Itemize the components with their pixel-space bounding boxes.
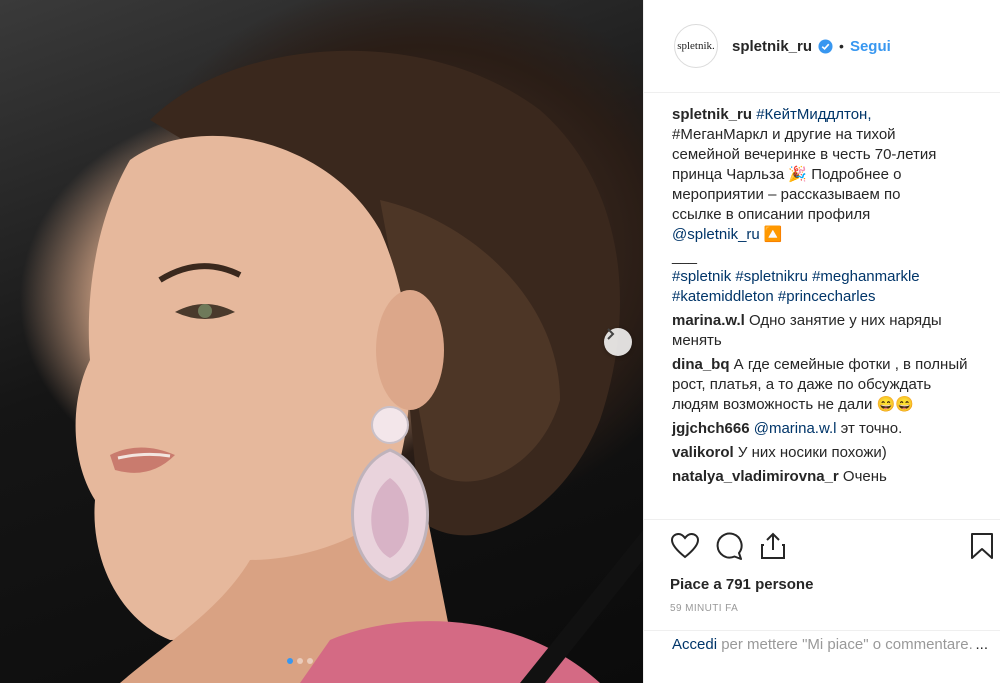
comment-text: Очень [838, 468, 887, 485]
chevron-right-icon [607, 328, 615, 340]
action-icons [670, 530, 1000, 562]
list-item: valikorol У них носики похожи) [672, 443, 980, 463]
list-item: jgjchch666 @marina.w.l эт точно. [672, 419, 980, 439]
avatar[interactable]: spletnik. [674, 24, 718, 68]
caption-hashtag[interactable]: #КейтМиддлтон, [756, 106, 871, 123]
comment-user[interactable]: dina_bq [672, 356, 730, 373]
comments-list[interactable]: spletnik_ru #КейтМиддлтон, #МеганМаркл и… [644, 93, 1000, 519]
likes-count[interactable]: Piace a 791 persone [670, 576, 1000, 593]
list-item: dina_bq А где семейные фотки , в полный … [672, 355, 980, 415]
caption-tags[interactable]: #katemiddleton #princecharles [672, 287, 980, 307]
more-options-icon[interactable]: ... [975, 635, 988, 655]
caption-line: мероприятии – рассказываем по [672, 186, 901, 203]
caption-mention[interactable]: @spletnik_ru 🔼 [672, 225, 980, 245]
carousel-dot-active [287, 658, 293, 664]
post-side-panel: spletnik. spletnik_ru • Segui spletnik_r… [643, 0, 1000, 683]
share-icon [761, 532, 785, 559]
caption: spletnik_ru #КейтМиддлтон, #МеганМаркл и… [672, 105, 980, 307]
list-item: natalya_vladimirovna_r Очень [672, 467, 980, 487]
caption-line: принца Чарльза 🎉 Подробнее о [672, 166, 902, 183]
follow-button[interactable]: Segui [850, 38, 891, 55]
post-photo[interactable] [0, 0, 643, 683]
carousel-dots [287, 658, 313, 664]
login-text: per mettere "Mi piace" o commentare. [717, 636, 973, 653]
post-header: spletnik. spletnik_ru • Segui [644, 0, 1000, 93]
share-button[interactable] [758, 531, 788, 561]
post-timestamp: 59 MINUTI FA [670, 603, 739, 614]
comment-button[interactable] [714, 531, 744, 561]
comment-text: У них носики похожи) [733, 444, 887, 461]
save-button[interactable] [970, 532, 994, 565]
comment-mention[interactable]: @marina.w.l [754, 420, 837, 437]
login-link[interactable]: Accedi [672, 636, 717, 653]
comment-text: эт точно. [836, 420, 903, 437]
caption-author[interactable]: spletnik_ru [672, 106, 752, 123]
next-slide-button[interactable] [604, 328, 632, 356]
comment-user[interactable]: marina.w.l [672, 312, 745, 329]
username[interactable]: spletnik_ru [732, 38, 812, 55]
verified-badge-icon [818, 38, 833, 54]
comment-icon [716, 532, 743, 560]
comment-user[interactable]: natalya_vladimirovna_r [672, 468, 839, 485]
comment-user[interactable]: jgjchch666 [672, 420, 750, 437]
header-separator: • [839, 38, 844, 54]
caption-divider: ___ [672, 248, 698, 265]
list-item: marina.w.l Одно занятие у них наряды мен… [672, 311, 980, 351]
caption-line: #МеганМаркл и другие на тихой [672, 126, 896, 143]
heart-icon [671, 533, 699, 559]
like-button[interactable] [670, 531, 700, 561]
carousel-dot [297, 658, 303, 664]
carousel-dot [307, 658, 313, 664]
caption-line: ссылке в описании профиля [672, 206, 871, 223]
photo-illustration [75, 50, 643, 683]
login-prompt: Accedi per mettere "Mi piace" o commenta… [644, 630, 1000, 655]
avatar-text: spletnik. [677, 40, 715, 52]
caption-line: семейной вечеринке в честь 70-летия [672, 146, 937, 163]
comment-user[interactable]: valikorol [672, 444, 734, 461]
bookmark-icon [971, 533, 993, 559]
caption-tags[interactable]: #spletnik #spletnikru #meghanmarkle [672, 267, 980, 287]
